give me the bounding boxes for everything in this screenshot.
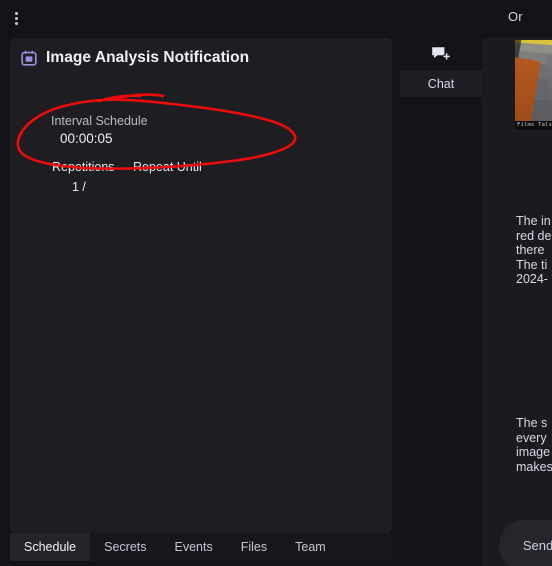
thumbnail-wall — [545, 50, 552, 130]
page-title: Image Analysis Notification — [46, 49, 250, 66]
chat-message: The s every image makes — [516, 416, 552, 474]
kebab-dot — [14, 21, 18, 25]
repetitions-header: Repetitions — [52, 160, 115, 174]
card-header: Image Analysis Notification — [21, 49, 249, 67]
calendar-icon — [21, 50, 37, 66]
kebab-dot — [14, 16, 18, 20]
send-button[interactable]: Send — [499, 520, 552, 566]
org-title: Or — [508, 9, 523, 24]
interval-schedule-label: Interval Schedule — [51, 114, 148, 128]
kebab-menu-icon[interactable] — [9, 8, 23, 28]
thumbnail-image — [515, 40, 552, 130]
chat-message: The in red de there The ti 2024- — [516, 214, 552, 286]
right-column: Chat Films Tals The in red de there The … — [400, 38, 552, 566]
tab-events[interactable]: Events — [161, 533, 227, 561]
chat-rail: Chat — [400, 38, 482, 566]
tab-secrets[interactable]: Secrets — [90, 533, 160, 561]
tab-chat[interactable]: Chat — [400, 70, 482, 97]
new-chat-icon[interactable] — [431, 45, 451, 63]
card-tab-bar: Schedule Secrets Events Files Team — [10, 533, 392, 561]
thumbnail-road — [515, 56, 541, 130]
chat-pane: Films Tals The in red de there The ti 20… — [482, 38, 552, 566]
top-bar: Or — [0, 0, 552, 38]
repeat-until-header: Repeat Until — [133, 160, 202, 174]
repetitions-value[interactable]: 1 / — [72, 180, 86, 194]
message-image-attachment[interactable]: Films Tals — [515, 40, 552, 130]
schedule-card: Image Analysis Notification Interval Sch… — [10, 38, 392, 533]
tab-files[interactable]: Files — [227, 533, 281, 561]
app-root: Or Image Analysis Notification Interval … — [0, 0, 552, 566]
tab-schedule[interactable]: Schedule — [10, 533, 91, 561]
interval-schedule-value[interactable]: 00:00:05 — [60, 131, 113, 146]
thumbnail-caption: Films Tals — [515, 121, 552, 130]
tab-team[interactable]: Team — [281, 533, 340, 561]
kebab-dot — [14, 11, 18, 15]
